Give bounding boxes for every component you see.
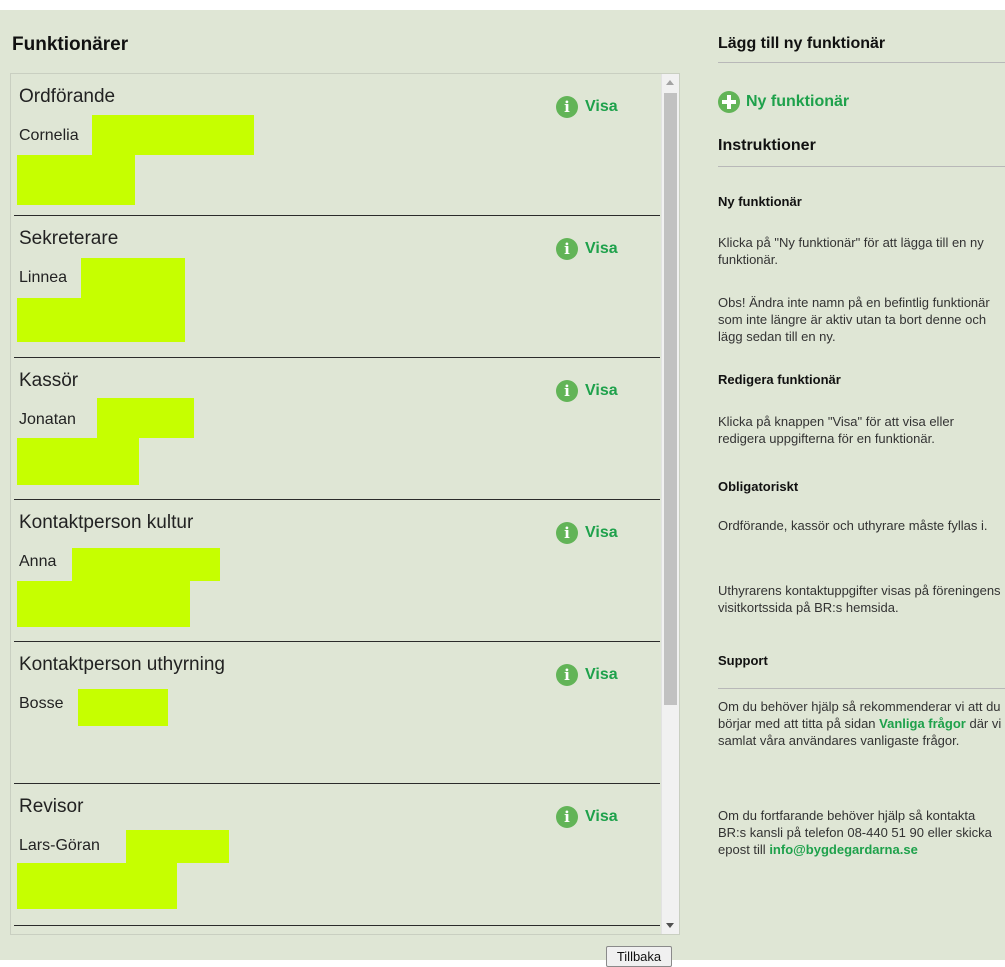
divider <box>718 166 1005 167</box>
view-button[interactable]: i Visa <box>556 379 618 403</box>
list-item: Revisor Lars-Göran i Visa <box>14 784 660 926</box>
section-heading: Support <box>718 653 768 668</box>
person-name: Cornelia <box>19 127 79 144</box>
officials-list: Ordförande Cornelia i Visa Sekreterare L… <box>10 73 680 935</box>
instructions-heading: Instruktioner <box>718 137 816 154</box>
person-name: Lars-Göran <box>19 837 100 854</box>
view-button[interactable]: i Visa <box>556 237 618 261</box>
person-name: Bosse <box>19 695 64 712</box>
role-title: Kontaktperson uthyrning <box>19 654 225 675</box>
redaction-highlight <box>17 581 190 627</box>
info-circle-icon: i <box>556 96 578 118</box>
page-background: Funktionärer Ordförande Cornelia i Visa … <box>0 10 1005 967</box>
plus-circle-icon <box>718 91 740 113</box>
redaction-highlight <box>81 258 185 298</box>
instruction-text: Klicka på knappen "Visa" för att visa el… <box>718 414 954 446</box>
instruction-text: Ordförande, kassör och uthyrare måste fy… <box>718 518 988 533</box>
back-button[interactable]: Tillbaka <box>606 946 672 967</box>
view-button-label: Visa <box>585 524 618 541</box>
section-heading: Ny funktionär <box>718 194 802 209</box>
redaction-highlight <box>78 689 168 726</box>
info-circle-icon: i <box>556 806 578 828</box>
redaction-highlight <box>17 863 177 909</box>
faq-link[interactable]: Vanliga frågor <box>879 716 966 731</box>
role-title: Ordförande <box>19 86 116 107</box>
role-title: Kontaktperson kultur <box>19 512 194 533</box>
add-official-heading: Lägg till ny funktionär <box>718 35 886 52</box>
section-heading: Obligatoriskt <box>718 479 799 494</box>
role-title: Revisor <box>19 796 84 817</box>
view-button-label: Visa <box>585 240 618 257</box>
instruction-text: Obs! Ändra inte namn på en befintlig fun… <box>718 295 990 344</box>
view-button[interactable]: i Visa <box>556 805 618 829</box>
section-heading: Redigera funktionär <box>718 372 841 387</box>
list-item: Kontaktperson uthyrning Bosse i Visa <box>14 642 660 784</box>
redaction-highlight <box>97 398 194 438</box>
view-button-label: Visa <box>585 98 618 115</box>
divider <box>718 62 1005 63</box>
person-name: Jonatan <box>19 411 76 428</box>
instruction-text: Klicka på "Ny funktionär" för att lägga … <box>718 235 984 267</box>
person-name: Linnea <box>19 269 68 286</box>
info-circle-icon: i <box>556 238 578 260</box>
redaction-highlight <box>92 115 254 155</box>
view-button[interactable]: i Visa <box>556 95 618 119</box>
vertical-scrollbar[interactable] <box>661 74 679 934</box>
support-text: Om du behöver hjälp så rekommenderar vi … <box>718 698 1003 749</box>
info-circle-icon: i <box>556 664 578 686</box>
new-official-label: Ny funktionär <box>746 93 850 110</box>
support-contact-text: Om du fortfarande behöver hjälp så konta… <box>718 807 1003 858</box>
new-official-button[interactable]: Ny funktionär <box>718 91 849 113</box>
list-item: Sekreterare Linnea i Visa <box>14 216 660 358</box>
role-title: Kassör <box>19 370 79 391</box>
divider <box>718 688 1005 689</box>
redaction-highlight <box>17 155 135 205</box>
redaction-highlight <box>17 438 139 485</box>
redaction-highlight <box>126 830 229 863</box>
list-item: Ordförande Cornelia i Visa <box>14 74 660 216</box>
page-title: Funktionärer <box>12 34 129 55</box>
scroll-down-arrow-icon[interactable] <box>666 923 674 928</box>
scroll-up-arrow-icon[interactable] <box>666 80 674 85</box>
list-item: Kassör Jonatan i Visa <box>14 358 660 500</box>
instruction-text: Uthyrarens kontaktuppgifter visas på för… <box>718 583 1001 615</box>
view-button-label: Visa <box>585 666 618 683</box>
info-circle-icon: i <box>556 522 578 544</box>
scrollbar-thumb[interactable] <box>664 93 677 705</box>
list-item: Kontaktperson kultur Anna i Visa <box>14 500 660 642</box>
email-link[interactable]: info@bygdegardarna.se <box>769 842 917 857</box>
redaction-highlight <box>17 298 185 342</box>
view-button[interactable]: i Visa <box>556 521 618 545</box>
redaction-highlight <box>72 548 220 581</box>
info-circle-icon: i <box>556 380 578 402</box>
role-title: Sekreterare <box>19 228 119 249</box>
view-button[interactable]: i Visa <box>556 663 618 687</box>
view-button-label: Visa <box>585 382 618 399</box>
person-name: Anna <box>19 553 57 570</box>
view-button-label: Visa <box>585 808 618 825</box>
